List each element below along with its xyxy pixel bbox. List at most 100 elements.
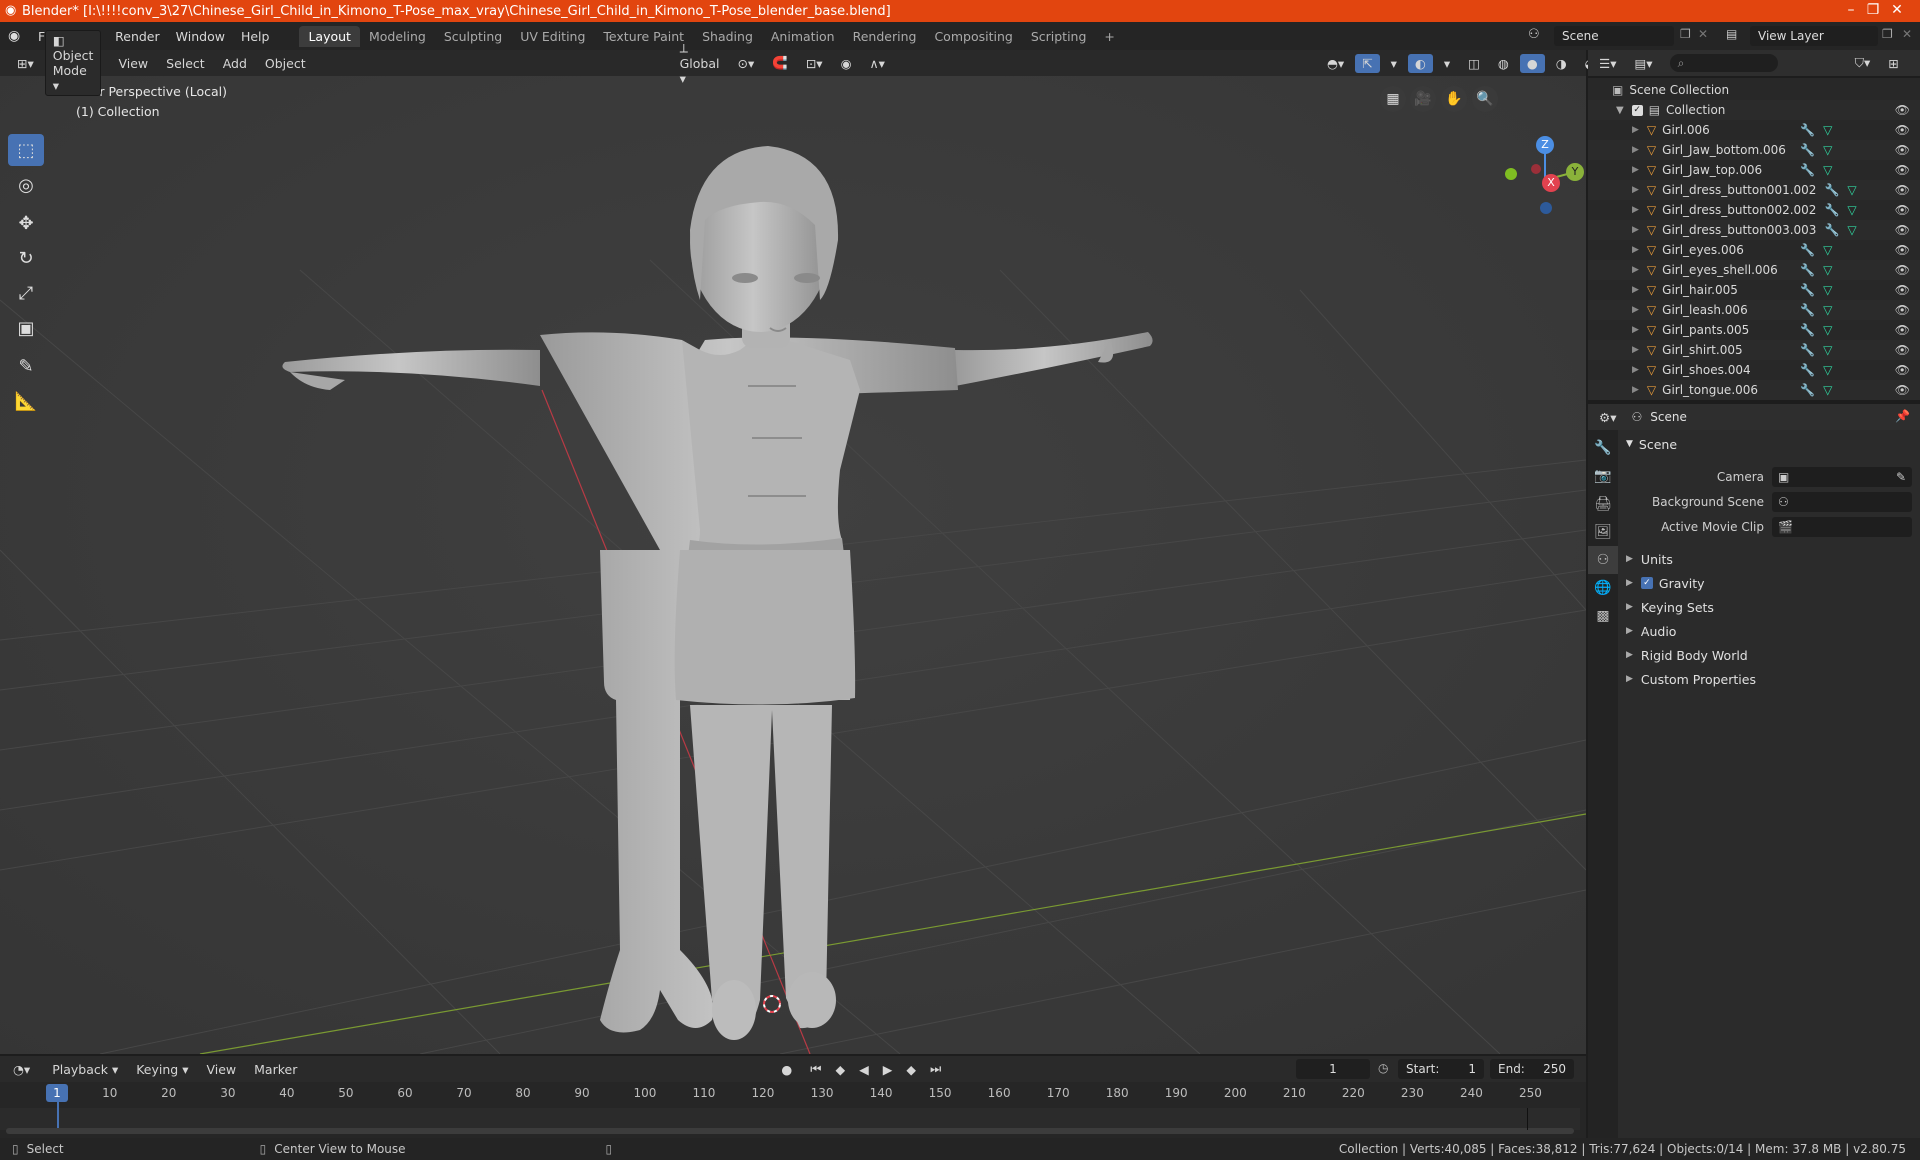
outliner-object-row[interactable]: ▶ ▽ Girl_pants.005 🔧 ▽ 👁 — [1588, 320, 1920, 340]
scene-collection-row[interactable]: ▣ Scene Collection — [1588, 80, 1920, 100]
collapsed-panel-header[interactable]: ▶ Keying Sets — [1620, 595, 1916, 619]
visibility-eye-icon[interactable]: 👁 — [1895, 363, 1910, 377]
new-collection-icon[interactable]: ⊞ — [1881, 54, 1905, 73]
start-frame-field[interactable]: Start: 1 — [1398, 1059, 1484, 1079]
gizmo-toggle-icon[interactable]: ⇱ — [1355, 53, 1380, 73]
outliner-object-row[interactable]: ▶ ▽ Girl_Jaw_top.006 🔧 ▽ 👁 — [1588, 160, 1920, 180]
new-view-layer-icon[interactable]: ❐ — [1882, 27, 1893, 41]
mesh-data-icon[interactable]: ▽ — [1847, 223, 1856, 237]
snap-icon[interactable]: 🧲 — [765, 53, 795, 73]
scene-panel-header[interactable]: ▼ Scene — [1620, 432, 1916, 456]
outliner-object-row[interactable]: ▶ ▽ Girl.006 🔧 ▽ 👁 — [1588, 120, 1920, 140]
playhead-frame-indicator[interactable]: 1 — [46, 1084, 68, 1102]
gizmo-neg-y[interactable] — [1505, 168, 1517, 180]
visibility-eye-icon[interactable]: 👁 — [1895, 343, 1910, 357]
scene-tab-icon[interactable]: ⚇ — [1588, 546, 1618, 574]
add-workspace-button[interactable]: + — [1095, 26, 1123, 47]
view-layer-icon[interactable]: ▤ — [1726, 27, 1737, 41]
gizmo-neg-x[interactable] — [1531, 164, 1541, 174]
proportional-edit-icon[interactable]: ◉ — [834, 54, 859, 73]
overlay-toggle-icon[interactable]: ◐ — [1407, 53, 1433, 73]
background-scene-field[interactable]: ⚇ — [1772, 491, 1912, 512]
camera-field[interactable]: ▣ ✎ — [1772, 466, 1912, 487]
tab-layout[interactable]: Layout — [299, 25, 360, 47]
menu-window[interactable]: Window — [168, 29, 233, 44]
visibility-eye-icon[interactable]: 👁 — [1895, 303, 1910, 317]
select-box-tool-icon[interactable]: ⬚ — [8, 134, 44, 166]
mesh-data-icon[interactable]: ▽ — [1823, 383, 1832, 397]
outliner-object-row[interactable]: ▶ ▽ Girl_hair.005 🔧 ▽ 👁 — [1588, 280, 1920, 300]
output-tab-icon[interactable]: 🖨 — [1588, 490, 1618, 518]
expand-arrow-icon[interactable]: ▶ — [1632, 185, 1639, 195]
visibility-eye-icon[interactable]: 👁 — [1895, 263, 1910, 277]
current-frame-field[interactable]: 1 — [1296, 1059, 1370, 1079]
visibility-eye-icon[interactable]: 👁 — [1895, 243, 1910, 257]
new-scene-icon[interactable]: ❐ — [1680, 27, 1691, 41]
menu-help[interactable]: Help — [233, 29, 278, 44]
snap-target-icon[interactable]: ⊡▾ — [799, 54, 830, 73]
menu-marker[interactable]: Marker — [247, 1060, 304, 1079]
record-icon[interactable]: ● — [774, 1060, 799, 1079]
menu-timeline-view[interactable]: View — [199, 1060, 243, 1079]
overlay-menu-icon[interactable]: ▾ — [1437, 54, 1457, 73]
visibility-eye-icon[interactable]: 👁 — [1895, 323, 1910, 337]
modifier-wrench-icon[interactable]: 🔧 — [1800, 163, 1815, 177]
modifier-wrench-icon[interactable]: 🔧 — [1800, 363, 1815, 377]
mesh-data-icon[interactable]: ▽ — [1823, 343, 1832, 357]
pan-view-icon[interactable]: ✋ — [1441, 86, 1467, 112]
outliner-object-row[interactable]: ▶ ▽ Girl_dress_button002.002 🔧 ▽ 👁 — [1588, 200, 1920, 220]
timeline-editor-type-icon[interactable]: ◔▾ — [6, 1060, 37, 1079]
mesh-data-icon[interactable]: ▽ — [1823, 143, 1832, 157]
active-movie-clip-field[interactable]: 🎬 — [1772, 516, 1912, 537]
outliner-object-row[interactable]: ▶ ▽ Girl_eyes.006 🔧 ▽ 👁 — [1588, 240, 1920, 260]
menu-object[interactable]: Object — [258, 54, 313, 73]
modifier-wrench-icon[interactable]: 🔧 — [1824, 223, 1839, 237]
cursor-tool-icon[interactable]: ◎ — [8, 169, 44, 201]
tool-tab-icon[interactable]: 🔧 — [1588, 434, 1618, 462]
visibility-eye-icon[interactable]: 👁 — [1895, 123, 1910, 137]
mesh-data-icon[interactable]: ▽ — [1823, 363, 1832, 377]
tab-animation[interactable]: Animation — [762, 26, 844, 47]
play-icon[interactable]: ▶ — [876, 1060, 900, 1079]
world-tab-icon[interactable]: 🌐 — [1588, 574, 1618, 602]
delete-scene-icon[interactable]: ✕ — [1698, 27, 1708, 41]
modifier-wrench-icon[interactable]: 🔧 — [1800, 143, 1815, 157]
outliner-editor-type-icon[interactable]: ☰▾ — [1592, 54, 1623, 73]
menu-add[interactable]: Add — [216, 54, 254, 73]
expand-arrow-icon[interactable]: ▶ — [1632, 345, 1639, 355]
rotate-tool-icon[interactable]: ↻ — [8, 242, 44, 274]
menu-playback[interactable]: Playback ▾ — [45, 1060, 125, 1079]
gizmo-menu-icon[interactable]: ▾ — [1384, 54, 1404, 73]
mesh-data-icon[interactable]: ▽ — [1847, 203, 1856, 217]
visibility-eye-icon[interactable]: 👁 — [1895, 383, 1910, 397]
expand-arrow-icon[interactable]: ▶ — [1632, 205, 1639, 215]
collapsed-panel-header[interactable]: ▶ Rigid Body World — [1620, 643, 1916, 667]
menu-view[interactable]: View — [111, 54, 155, 73]
xray-icon[interactable]: ◫ — [1461, 54, 1487, 73]
mesh-data-icon[interactable]: ▽ — [1823, 303, 1832, 317]
tab-scripting[interactable]: Scripting — [1022, 26, 1096, 47]
collection-row[interactable]: ▼ ✓ ▤ Collection 👁 — [1588, 100, 1920, 120]
collapsed-panel-header[interactable]: ▶ ✓ Gravity — [1620, 571, 1916, 595]
expand-arrow-icon[interactable]: ▶ — [1632, 265, 1639, 275]
material-shading-icon[interactable]: ◑ — [1549, 54, 1574, 73]
expand-arrow-icon[interactable]: ▶ — [1632, 225, 1639, 235]
delete-view-layer-icon[interactable]: ✕ — [1902, 27, 1912, 41]
filter-icon[interactable]: ⛉▾ — [1848, 53, 1878, 73]
eyedropper-icon[interactable]: ✎ — [1896, 470, 1906, 484]
play-reverse-icon[interactable]: ◀ — [852, 1060, 876, 1079]
modifier-wrench-icon[interactable]: 🔧 — [1800, 323, 1815, 337]
3d-viewport[interactable]: ⬚ ◎ ✥ ↻ ⤢ ▣ ✎ 📐 User Perspective (Local)… — [0, 50, 1586, 1054]
expand-arrow-icon[interactable]: ▶ — [1632, 385, 1639, 395]
timeline-track[interactable] — [0, 1108, 1580, 1130]
next-keyframe-icon[interactable]: ◆ — [899, 1060, 923, 1079]
gizmo-neg-z[interactable] — [1540, 202, 1552, 214]
zoom-view-icon[interactable]: 🔍 — [1472, 86, 1498, 112]
visibility-eye-icon[interactable]: 👁 — [1895, 283, 1910, 297]
visibility-eye-icon[interactable]: 👁 — [1895, 223, 1910, 237]
modifier-wrench-icon[interactable]: 🔧 — [1800, 303, 1815, 317]
modifier-wrench-icon[interactable]: 🔧 — [1800, 283, 1815, 297]
outliner-object-row[interactable]: ▶ ▽ Girl_dress_button001.002 🔧 ▽ 👁 — [1588, 180, 1920, 200]
close-button[interactable]: ✕ — [1874, 0, 1920, 22]
scene-selector[interactable]: Scene — [1554, 26, 1674, 46]
